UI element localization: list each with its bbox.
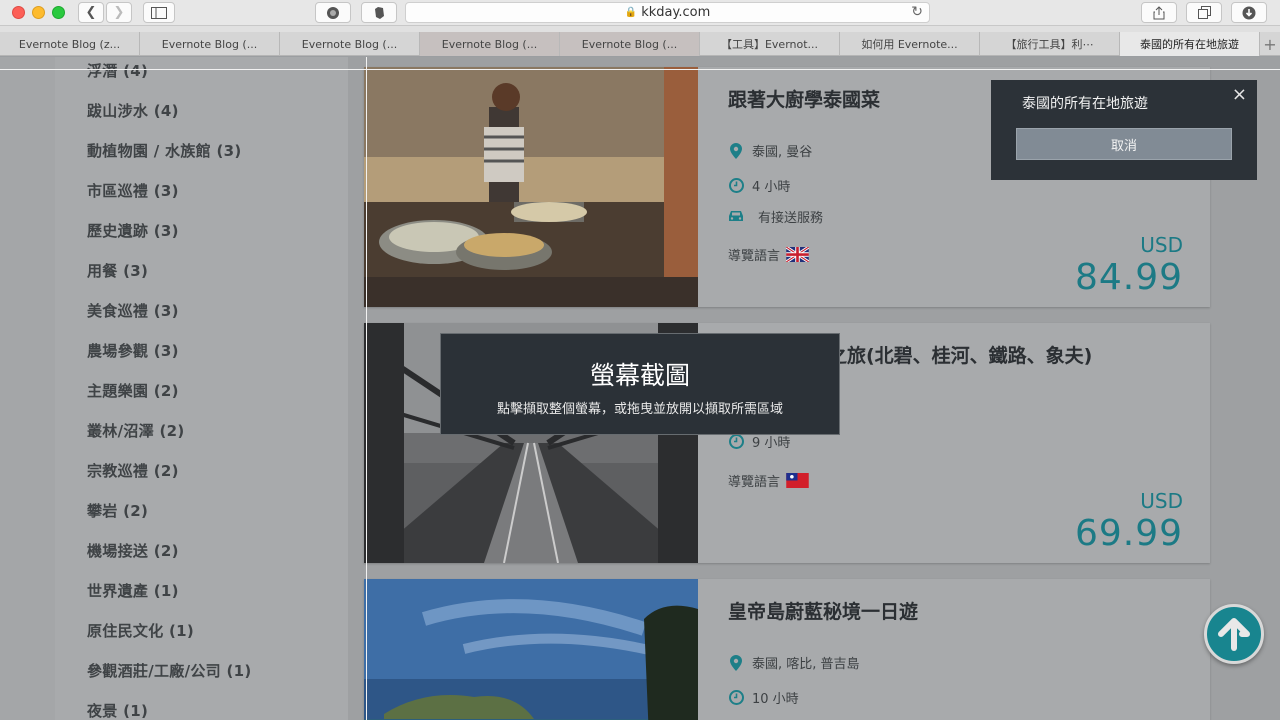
language-label: 導覽語言 <box>728 249 781 264</box>
price-value: 69.99 <box>1074 513 1183 554</box>
region-popup: 泰國的所有在地旅遊 × 取消 <box>991 80 1257 180</box>
chevron-left-icon: ❮ <box>85 5 97 20</box>
category-item[interactable]: 夜景 (1) <box>87 700 148 720</box>
back-to-top-button[interactable] <box>1204 604 1264 664</box>
reload-icon[interactable]: ↻ <box>911 4 923 20</box>
sidebar-toggle-button[interactable] <box>143 2 175 23</box>
clock-icon <box>728 434 744 449</box>
product-title[interactable]: 跟著大廚學泰國菜 <box>728 85 880 112</box>
category-item[interactable]: 機場接送 (2) <box>87 540 179 561</box>
duration-text: 10 小時 <box>752 692 799 707</box>
language-row: 導覽語言 <box>728 245 810 264</box>
category-item[interactable]: 動植物園 / 水族館 (3) <box>87 140 242 161</box>
category-item[interactable]: 參觀酒莊/工廠/公司 (1) <box>87 660 252 681</box>
clock-icon <box>728 178 744 193</box>
location-row: 泰國, 喀比, 普吉島 <box>728 653 860 672</box>
category-item[interactable]: 宗教巡禮 (2) <box>87 460 179 481</box>
minimize-window-button[interactable] <box>32 6 45 19</box>
forward-button[interactable]: ❯ <box>106 2 132 23</box>
extension-button-1[interactable] <box>315 2 351 23</box>
hud-title: 螢幕截圖 <box>589 361 690 390</box>
language-label: 導覽語言 <box>728 475 781 490</box>
sidebar-icon <box>151 6 167 19</box>
price-value: 84.99 <box>1074 257 1183 298</box>
duration-row: 4 小時 <box>728 176 790 195</box>
tab[interactable]: Evernote Blog (... <box>140 32 280 56</box>
category-item[interactable]: 叢林/沼澤 (2) <box>87 420 185 441</box>
product-card[interactable]: 皇帝島蔚藍秘境一日遊 泰國, 喀比, 普吉島 10 小時 <box>364 579 1210 720</box>
screenshot-hud: 螢幕截圖 點擊擷取整個螢幕，或拖曳並放開以擷取所需區域 <box>440 333 840 435</box>
clock-icon <box>728 690 744 705</box>
location-row: 泰國, 曼谷 <box>728 141 812 160</box>
hud-subtitle: 點擊擷取整個螢幕，或拖曳並放開以擷取所需區域 <box>496 402 783 417</box>
crosshair-vertical <box>366 57 367 720</box>
share-icon <box>1153 5 1165 19</box>
language-row: 導覽語言 <box>728 471 809 490</box>
browser-toolbar: ❮ ❯ 🔒 kkday.com ↻ <box>0 0 1280 26</box>
map-pin-icon <box>728 654 744 671</box>
cancel-button[interactable]: 取消 <box>1016 128 1232 160</box>
tab[interactable]: 【旅行工具】利⋯ <box>980 32 1120 56</box>
category-item[interactable]: 攀岩 (2) <box>87 500 148 521</box>
location-text: 泰國, 曼谷 <box>752 145 813 160</box>
taiwan-flag-icon <box>786 473 809 488</box>
map-pin-icon <box>728 142 744 159</box>
category-item[interactable]: 浮潛 (4) <box>87 60 148 81</box>
category-item[interactable]: 用餐 (3) <box>87 260 148 281</box>
tab[interactable]: 【工具】Evernot... <box>700 32 840 56</box>
back-button[interactable]: ❮ <box>78 2 104 23</box>
record-icon <box>327 6 339 19</box>
new-tab-button[interactable]: + <box>1260 32 1280 56</box>
lock-icon: 🔒 <box>624 7 638 18</box>
duration-row: 10 小時 <box>728 688 799 707</box>
car-icon <box>728 210 744 223</box>
close-window-button[interactable] <box>12 6 25 19</box>
category-item[interactable]: 世界遺產 (1) <box>87 580 179 601</box>
download-icon <box>1242 6 1256 19</box>
duration-text: 4 小時 <box>752 180 791 195</box>
product-image <box>364 67 698 307</box>
category-item[interactable]: 歷史遺跡 (3) <box>87 220 179 241</box>
tab[interactable]: Evernote Blog (z... <box>0 32 140 56</box>
evernote-clipper-button[interactable] <box>361 2 397 23</box>
chevron-right-icon: ❯ <box>113 5 125 20</box>
tab-bar: Evernote Blog (z... Evernote Blog (... E… <box>0 32 1280 56</box>
product-title[interactable]: 境之旅(北碧、桂河、鐵路、象夫) <box>809 341 1092 368</box>
location-text: 泰國, 喀比, 普吉島 <box>752 657 860 672</box>
tab[interactable]: Evernote Blog (... <box>560 32 700 56</box>
downloads-button[interactable] <box>1231 2 1267 23</box>
category-item[interactable]: 原住民文化 (1) <box>87 620 194 641</box>
tab[interactable]: Evernote Blog (... <box>420 32 560 56</box>
category-item[interactable]: 市區巡禮 (3) <box>87 180 179 201</box>
tab[interactable]: Evernote Blog (... <box>280 32 420 56</box>
transfer-row: 有接送服務 <box>728 207 823 226</box>
category-sidebar: 浮潛 (4) 跋山涉水 (4) 動植物園 / 水族館 (3) 市區巡禮 (3) … <box>55 57 348 720</box>
zoom-window-button[interactable] <box>52 6 65 19</box>
evernote-icon <box>375 6 384 19</box>
share-button[interactable] <box>1141 2 1177 23</box>
category-item[interactable]: 美食巡禮 (3) <box>87 300 179 321</box>
uk-flag-icon <box>785 245 810 264</box>
url-text: kkday.com <box>641 5 711 20</box>
popup-title: 泰國的所有在地旅遊 <box>1022 96 1148 112</box>
product-title[interactable]: 皇帝島蔚藍秘境一日遊 <box>728 597 918 624</box>
tabs-icon <box>1197 6 1211 19</box>
tab[interactable]: 如何用 Evernote... <box>840 32 980 56</box>
tab-active[interactable]: 泰國的所有在地旅遊 <box>1120 32 1260 56</box>
category-item[interactable]: 主題樂園 (2) <box>87 380 179 401</box>
price-currency: USD <box>1140 233 1183 257</box>
crosshair-horizontal <box>0 69 1280 70</box>
category-item[interactable]: 跋山涉水 (4) <box>87 100 179 121</box>
transfer-text: 有接送服務 <box>758 211 824 226</box>
price-currency: USD <box>1140 489 1183 513</box>
arrow-up-icon <box>1218 618 1250 651</box>
address-bar[interactable]: 🔒 kkday.com ↻ <box>405 2 930 23</box>
product-image <box>364 579 698 720</box>
close-icon[interactable]: × <box>1232 84 1247 105</box>
tabs-overview-button[interactable] <box>1186 2 1222 23</box>
category-item[interactable]: 農場參觀 (3) <box>87 340 179 361</box>
